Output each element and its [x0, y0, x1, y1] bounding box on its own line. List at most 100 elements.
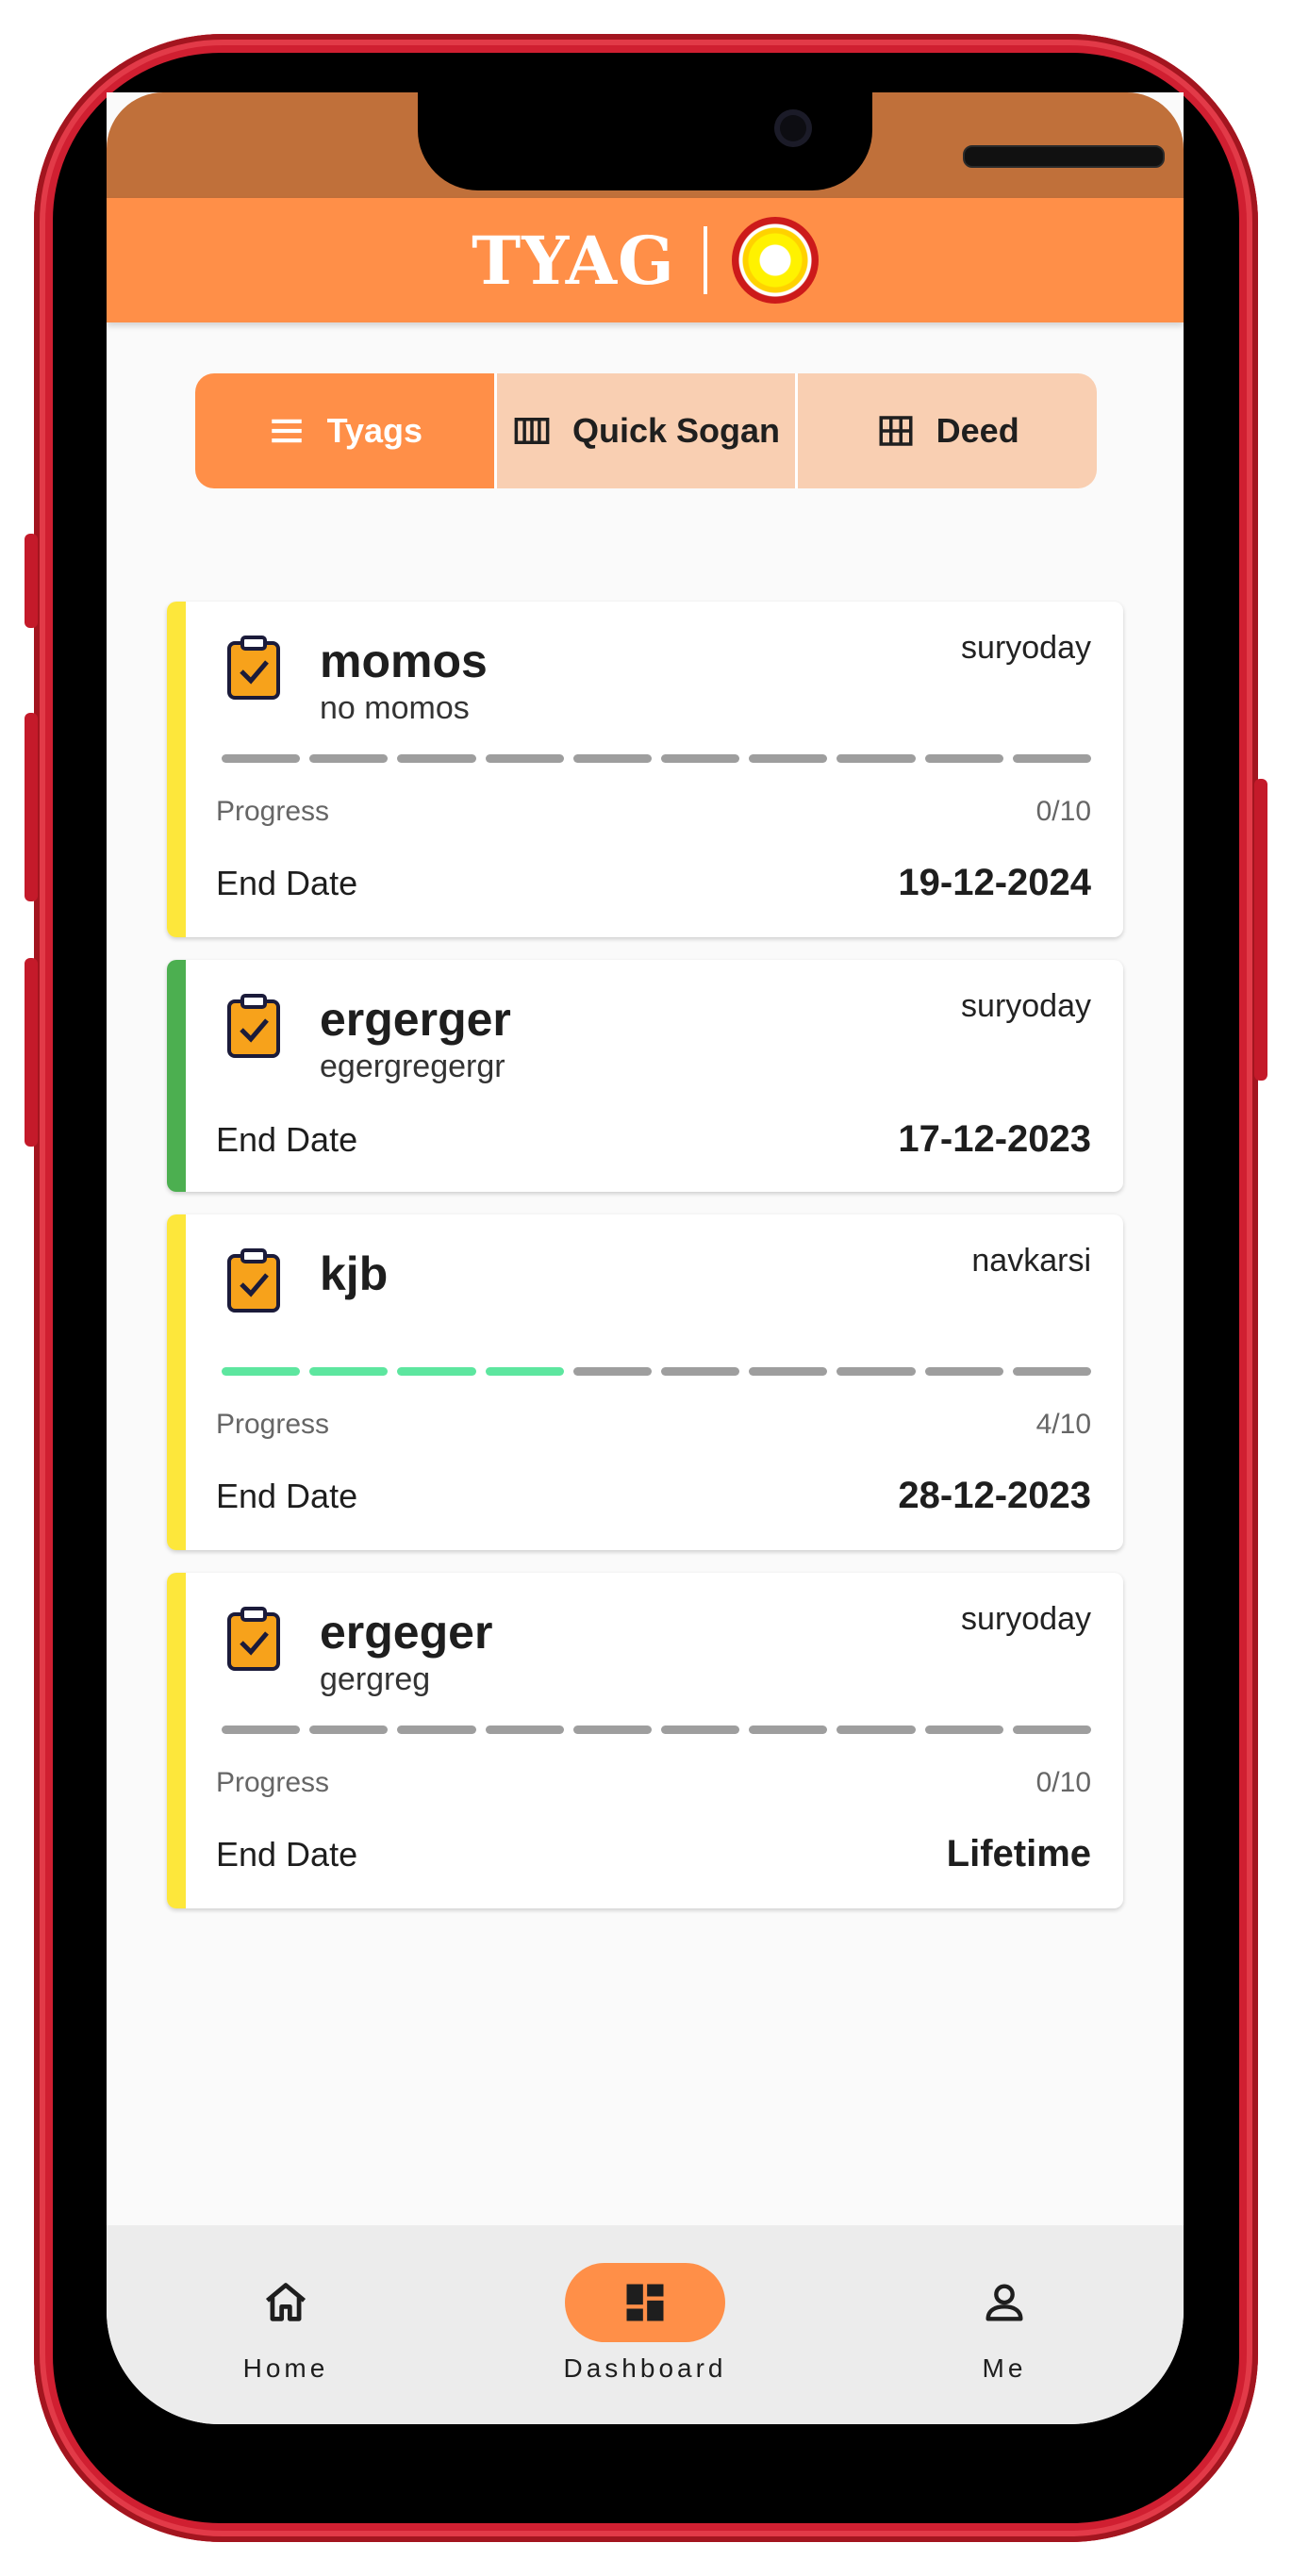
clipboard-check-icon [227, 636, 280, 700]
progress-segment [924, 1726, 1003, 1734]
nav-label: Home [242, 2353, 329, 2383]
card-tag: suryoday [961, 988, 1091, 1024]
progress-segment [309, 1726, 389, 1734]
progress-bar [222, 754, 1092, 763]
power-button [1254, 779, 1267, 1081]
progress-segment [836, 1726, 916, 1734]
tab-deed[interactable]: Deed [795, 373, 1097, 488]
progress-segment [572, 1367, 653, 1376]
clipboard-check-icon [227, 1248, 280, 1313]
card-tag: suryoday [961, 630, 1091, 666]
list-icon [271, 419, 302, 443]
card-title: ergerger [320, 993, 511, 1046]
nav-pill [565, 2263, 725, 2342]
nav-me[interactable]: Me [901, 2263, 1108, 2384]
progress-segment [222, 1367, 301, 1376]
tyag-card[interactable]: ergeger gergreg suryoday Progress 0/10 E… [167, 1573, 1123, 1908]
card-title: ergeger [320, 1606, 493, 1659]
nav-label: Dashboard [563, 2353, 727, 2383]
progress-segment [749, 1726, 828, 1734]
card-tag: suryoday [961, 1601, 1091, 1637]
progress-segment [485, 1367, 564, 1376]
end-date-label: End Date [216, 1120, 358, 1159]
progress-segment [572, 754, 653, 763]
progress-segment [1012, 1367, 1092, 1376]
volume-up-button [25, 713, 38, 901]
progress-label: Progress [216, 796, 330, 827]
home-icon [265, 2283, 306, 2321]
person-icon [986, 2284, 1023, 2321]
progress-value: 0/10 [1035, 796, 1091, 827]
status-stripe [167, 960, 186, 1192]
progress-segment [309, 1367, 389, 1376]
app-screen: TYAG Tyags Quick Sogan Deed momos no mom… [107, 92, 1184, 2424]
progress-segment [836, 1367, 916, 1376]
tyag-card[interactable]: momos no momos suryoday Progress 0/10 En… [167, 602, 1123, 937]
progress-segment [309, 754, 389, 763]
status-stripe [167, 1214, 186, 1550]
nav-dashboard[interactable]: Dashboard [541, 2263, 749, 2384]
status-stripe [167, 1573, 186, 1908]
card-subtitle: egergregergr [320, 1049, 505, 1084]
end-date-label: End Date [216, 864, 358, 902]
columns-icon [514, 418, 550, 444]
progress-segment [749, 754, 828, 763]
concentric-circle-logo-icon [731, 217, 819, 304]
tab-label: Tyags [326, 411, 423, 450]
progress-segment [222, 754, 301, 763]
progress-segment [1012, 1726, 1092, 1734]
bottom-navigation: Home Dashboard Me [107, 2225, 1184, 2424]
tab-quick-sogan[interactable]: Quick Sogan [493, 373, 796, 488]
clipboard-check-icon [227, 994, 280, 1058]
mute-switch [25, 534, 38, 628]
segmented-tabs: Tyags Quick Sogan Deed [195, 373, 1097, 488]
progress-value: 4/10 [1035, 1409, 1091, 1440]
end-date-value: 19-12-2024 [898, 862, 1091, 903]
card-subtitle: no momos [320, 690, 470, 726]
volume-down-button [25, 958, 38, 1147]
clipboard-check-icon [227, 1607, 280, 1671]
progress-value: 0/10 [1035, 1767, 1091, 1798]
tyag-card[interactable]: kjb navkarsi Progress 4/10 End Date 28-1… [167, 1214, 1123, 1550]
end-date-value: 17-12-2023 [898, 1118, 1091, 1160]
speaker-grille [963, 145, 1165, 168]
progress-segment [397, 754, 476, 763]
progress-segment [836, 754, 916, 763]
card-title: momos [320, 635, 488, 687]
progress-bar [222, 1367, 1092, 1376]
nav-pill [924, 2263, 1085, 2342]
tab-label: Quick Sogan [571, 411, 781, 450]
camera-icon [774, 109, 812, 147]
end-date-value: 28-12-2023 [898, 1475, 1091, 1516]
progress-segment [661, 1367, 740, 1376]
card-subtitle: gergreg [320, 1661, 431, 1697]
progress-segment [397, 1726, 476, 1734]
progress-segment [222, 1726, 301, 1734]
tab-tyags[interactable]: Tyags [195, 373, 494, 488]
end-date-label: End Date [216, 1477, 358, 1515]
end-date-label: End Date [216, 1835, 358, 1874]
nav-home[interactable]: Home [182, 2263, 389, 2384]
progress-segment [661, 1726, 740, 1734]
card-tag: navkarsi [971, 1243, 1091, 1279]
progress-label: Progress [216, 1767, 330, 1798]
brand-divider [703, 226, 707, 294]
grid-icon [879, 416, 913, 446]
progress-segment [661, 754, 740, 763]
brand-title: TYAG [472, 221, 675, 300]
end-date-value: Lifetime [946, 1833, 1091, 1874]
progress-segment [924, 754, 1003, 763]
dashboard-icon [626, 2284, 664, 2321]
status-stripe [167, 602, 186, 937]
card-title: kjb [320, 1247, 389, 1300]
progress-segment [749, 1367, 828, 1376]
progress-segment [572, 1726, 653, 1734]
progress-label: Progress [216, 1409, 330, 1440]
nav-label: Me [982, 2353, 1027, 2383]
progress-segment [924, 1367, 1003, 1376]
progress-segment [485, 754, 564, 763]
app-header: TYAG [107, 198, 1184, 322]
notch [418, 92, 1165, 190]
tyag-card[interactable]: ergerger egergregergr suryoday End Date … [167, 960, 1123, 1192]
progress-segment [485, 1726, 564, 1734]
